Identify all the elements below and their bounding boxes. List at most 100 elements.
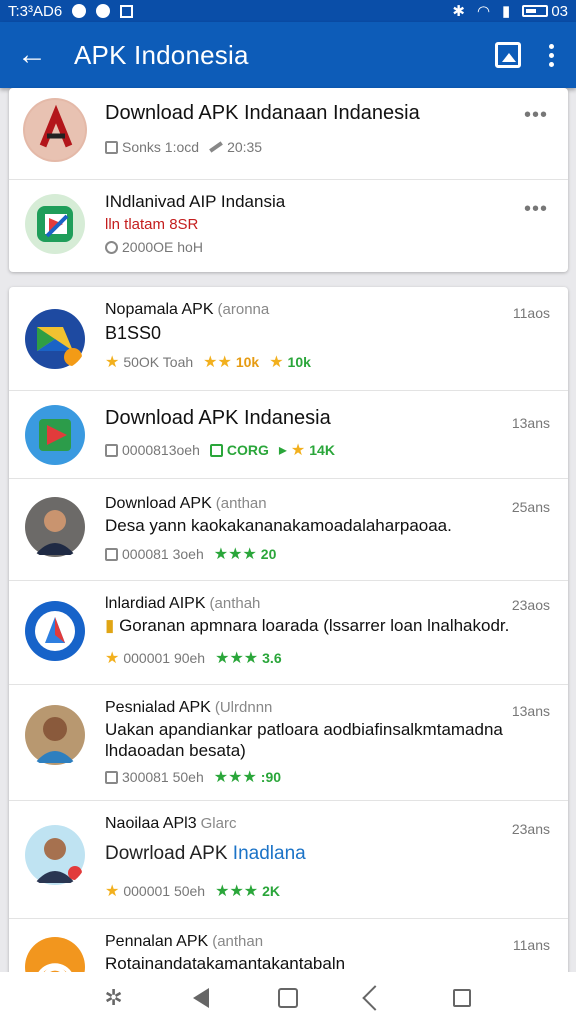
recents-nav-button[interactable] (446, 982, 478, 1014)
app-name: Nopamala APK (105, 301, 214, 318)
app-tag: (anthan (212, 933, 264, 950)
app-avatar (23, 192, 87, 256)
star-icon: ★ (105, 883, 120, 900)
item-title: Download APK Indanesia (105, 407, 331, 429)
app-avatar (23, 98, 87, 162)
location-icon (96, 4, 111, 18)
item-body: Uakan apandiankar patloara aodbiafinsalk… (105, 720, 503, 760)
rating-value: 14K (309, 442, 335, 458)
page-title: APK Indonesia (74, 39, 249, 70)
star-icon: ★★★ (213, 546, 257, 563)
rating-value: 20 (260, 546, 277, 562)
box-icon (105, 547, 118, 561)
box-icon (209, 443, 223, 457)
meta-text: 000001 90eh (123, 650, 206, 666)
rating-value: 10k (287, 354, 311, 370)
app-tag: Glarc (200, 815, 237, 832)
assistant-icon[interactable]: ✲ (98, 982, 130, 1014)
timestamp: 11ans (512, 937, 550, 953)
timestamp: 13ans (511, 415, 550, 431)
user-avatar (23, 703, 87, 767)
star-icon: ★★★ (215, 650, 259, 667)
lock-icon: ▮ (105, 616, 120, 635)
app-tag: (anthah (209, 595, 261, 612)
app-tag: (Ulrdnnn (214, 699, 273, 716)
app-avatar (23, 307, 87, 371)
list-item[interactable]: Nopamala APK (aronna B1SS0 ★ 50OK Toah ★★ 1… (9, 287, 568, 391)
app-bar: ← APK Indonesia (0, 22, 576, 88)
image-icon[interactable] (495, 42, 521, 68)
app-name: Pesnialad APK (105, 699, 211, 716)
more-options-icon[interactable]: ••• (524, 104, 548, 127)
app-name: lnlardiad AIPK (105, 595, 206, 612)
meta-text: 20:35 (227, 139, 263, 155)
star-icon: ★★★ (215, 883, 259, 900)
item-body: Dowrload APK (105, 843, 228, 864)
timestamp: 13ans (511, 703, 550, 719)
item-title: INdlanivad AIP Indansia (105, 192, 286, 211)
status-bar: T:3³AD6 ✱ ◠ ▮ 03 (0, 0, 576, 22)
box-icon (105, 443, 118, 457)
rating-value: 10k (235, 354, 260, 370)
navigation-bar: ✲ (0, 972, 576, 1024)
meta-text: 2000OE hoH (122, 239, 203, 255)
status-time: T:3³AD6 (8, 2, 63, 20)
meta-text: 000081 3oeh (122, 546, 204, 562)
featured-card: Download APK Indanaan Indanesia Sonks 1:… (9, 88, 568, 272)
list-item[interactable]: lnlardiad AIPK (anthah ▮ Goranan apmnara … (9, 581, 568, 685)
meta-text: 300081 50eh (122, 769, 204, 785)
rating-value: 3.6 (262, 650, 282, 666)
item-body: Goranan apmnara loarada (lssarrer loan l… (119, 616, 508, 635)
more-vert-icon[interactable] (549, 43, 554, 67)
notification-icon (72, 4, 87, 18)
meta-text: CORG (226, 442, 269, 458)
arrow-icon: ▸ (278, 442, 287, 459)
bluetooth-icon: ✱ (452, 3, 465, 20)
star-icon: ★★★ (213, 769, 257, 786)
meta-text: Sonks 1:ocd (122, 139, 200, 155)
timestamp: 25ans (511, 499, 550, 515)
back-outline-nav-button[interactable] (359, 982, 391, 1014)
timestamp: 23aos (511, 597, 550, 613)
list-item[interactable]: Download APK (anthan Desa yann kaokakanan… (9, 479, 568, 581)
item-title: Download APK Indanaan Indanesia (105, 102, 420, 124)
app-avatar (23, 935, 87, 977)
list-item[interactable]: Pennalan APK (anthan Rotainandatakamantak… (9, 919, 568, 977)
rating-value: 2K (262, 883, 281, 899)
app-name: Naoilaa APl3 (105, 815, 197, 832)
meta-text: 0000813oeh (122, 442, 200, 458)
list-item[interactable]: Pesnialad APK (Ulrdnnn Uakan apandiankar … (9, 685, 568, 801)
home-nav-button[interactable] (272, 982, 304, 1014)
wifi-icon: ◠ (476, 3, 491, 20)
list-item[interactable]: Download APK Indanesia 0000813oeh CORG ▸… (9, 391, 568, 479)
star-icon: ★ (105, 354, 120, 371)
item-subtitle: lln tlatam 8SR (105, 216, 199, 233)
app-tag: (aronna (217, 301, 270, 318)
box-icon (105, 770, 118, 784)
star-icon: ★★ (203, 354, 232, 371)
battery-text: 03 (551, 2, 568, 20)
app-name: Download APK (105, 495, 212, 512)
clock-icon (105, 240, 118, 254)
timestamp: 23ans (511, 821, 550, 837)
user-avatar (23, 495, 87, 559)
item-body: Rotainandatakamantakantabaln (105, 954, 346, 973)
back-nav-button[interactable] (185, 982, 217, 1014)
rating-value: :90 (260, 769, 282, 785)
app-name: Pennalan APK (105, 933, 209, 950)
box-icon (105, 140, 118, 154)
app-list-card: Nopamala APK (aronna B1SS0 ★ 50OK Toah ★★ 1… (9, 287, 568, 977)
item-body: Desa yann kaokakananakamoadalaharpaoaa. (105, 516, 452, 535)
signal-icon: ▮ (502, 3, 511, 20)
star-icon: ★ (105, 650, 120, 667)
list-item[interactable]: INdlanivad AIP Indansia lln tlatam 8SR 2… (9, 180, 568, 272)
timestamp: 11aos (512, 305, 550, 321)
item-link[interactable]: Inadlana (233, 843, 306, 864)
more-options-icon[interactable]: ••• (524, 198, 548, 221)
list-item[interactable]: Naoilaa APl3 Glarc Dowrload APK Inadlana … (9, 801, 568, 919)
star-icon: ★ (290, 442, 306, 459)
app-notification-icon (120, 4, 134, 18)
meta-text: 000001 50eh (123, 883, 206, 899)
back-arrow-icon[interactable]: ← (0, 40, 64, 70)
list-item[interactable]: Download APK Indanaan Indanesia Sonks 1:… (9, 88, 568, 180)
